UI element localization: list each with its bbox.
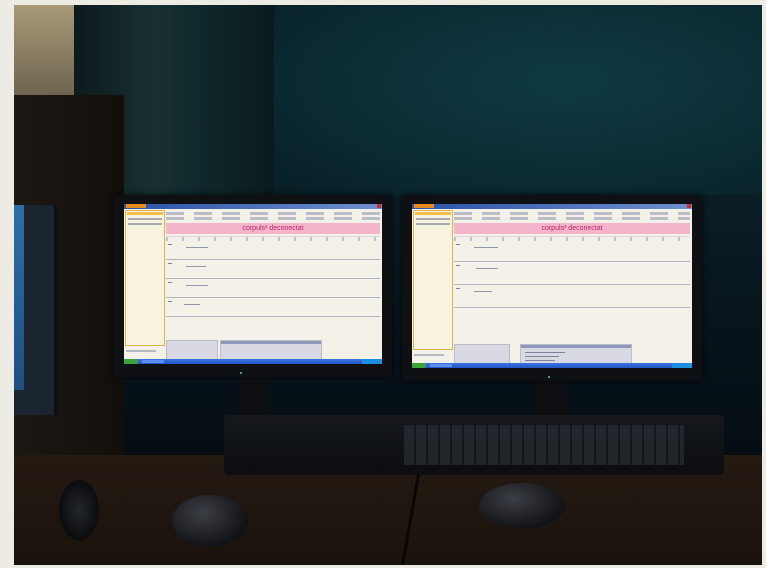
lane	[166, 298, 380, 317]
close-icon	[377, 204, 381, 208]
side-panel-row	[416, 223, 450, 225]
dock-line	[525, 352, 565, 353]
main-area: corpuls³ deconectat	[454, 210, 690, 350]
side-panel	[413, 210, 453, 350]
side-monitor-screen	[14, 205, 24, 390]
side-panel-row	[416, 218, 450, 220]
monitor-right: corpuls³ deconectat	[402, 195, 702, 381]
monitor-left: corpuls³ deconectat	[114, 195, 392, 377]
lane	[166, 279, 380, 298]
status-line	[126, 350, 156, 352]
monitor-right-screen: corpuls³ deconectat	[412, 204, 692, 368]
status-banner: corpuls³ deconectat	[454, 223, 690, 234]
app-title-bar	[412, 204, 692, 209]
lane-label	[456, 288, 460, 289]
lane	[454, 241, 690, 262]
monitor-stand-right	[534, 381, 568, 419]
side-panel	[125, 210, 165, 346]
taskbar	[124, 359, 382, 364]
lane-label	[168, 263, 172, 264]
taskbar-item	[430, 364, 452, 367]
app-title-bar	[124, 204, 382, 209]
system-tray	[672, 363, 692, 368]
lane-text	[186, 285, 208, 286]
teal-wall	[274, 5, 762, 195]
system-tray	[362, 359, 382, 364]
keyboard-keys	[404, 425, 684, 465]
mouse-left	[172, 495, 248, 547]
dock-header	[521, 345, 631, 348]
header-row	[166, 212, 380, 215]
lane-label	[456, 265, 460, 266]
main-area: corpuls³ deconectat	[166, 210, 380, 346]
monitor-left-screen: corpuls³ deconectat	[124, 204, 382, 364]
side-panel-row	[128, 218, 162, 220]
status-line	[414, 354, 444, 356]
status-banner: corpuls³ deconectat	[166, 223, 380, 234]
power-led	[548, 376, 550, 378]
header-row	[454, 217, 690, 220]
lane-label	[168, 282, 172, 283]
wall-light-patch	[14, 5, 74, 95]
lane-text	[184, 304, 200, 305]
side-panel-highlight	[127, 212, 163, 215]
power-led	[240, 372, 242, 374]
side-panel-highlight	[415, 212, 451, 215]
keyboard	[224, 415, 724, 475]
status-banner-text: corpuls³ deconectat	[242, 225, 304, 232]
dock-line	[525, 360, 555, 361]
dock-line	[525, 356, 559, 357]
lane-label	[168, 301, 172, 302]
start-button	[124, 359, 138, 364]
mouse-far-left	[59, 480, 99, 540]
app-badge	[414, 204, 434, 208]
side-monitor	[14, 205, 57, 415]
lane-text	[476, 268, 498, 269]
lane	[454, 262, 690, 285]
lane-text	[474, 291, 492, 292]
photo: corpuls³ deconectat corpuls³ deconectat	[14, 5, 762, 565]
lane	[454, 285, 690, 308]
lane	[166, 241, 380, 260]
header-row	[454, 212, 690, 215]
lane-text	[186, 247, 208, 248]
taskbar-item	[142, 360, 164, 363]
status-banner-text: corpuls³ deconectat	[541, 225, 603, 232]
close-icon	[687, 204, 691, 208]
lane-text	[474, 247, 498, 248]
lane-text	[186, 266, 206, 267]
lane-label	[168, 244, 172, 245]
header-row	[166, 217, 380, 220]
lane-label	[456, 244, 460, 245]
lane	[166, 260, 380, 279]
mouse-right	[479, 483, 565, 529]
start-button	[412, 363, 426, 368]
dock-header	[221, 341, 321, 344]
side-panel-row	[128, 223, 162, 225]
taskbar	[412, 363, 692, 368]
app-badge	[126, 204, 146, 208]
monitor-stand-left	[239, 377, 269, 417]
